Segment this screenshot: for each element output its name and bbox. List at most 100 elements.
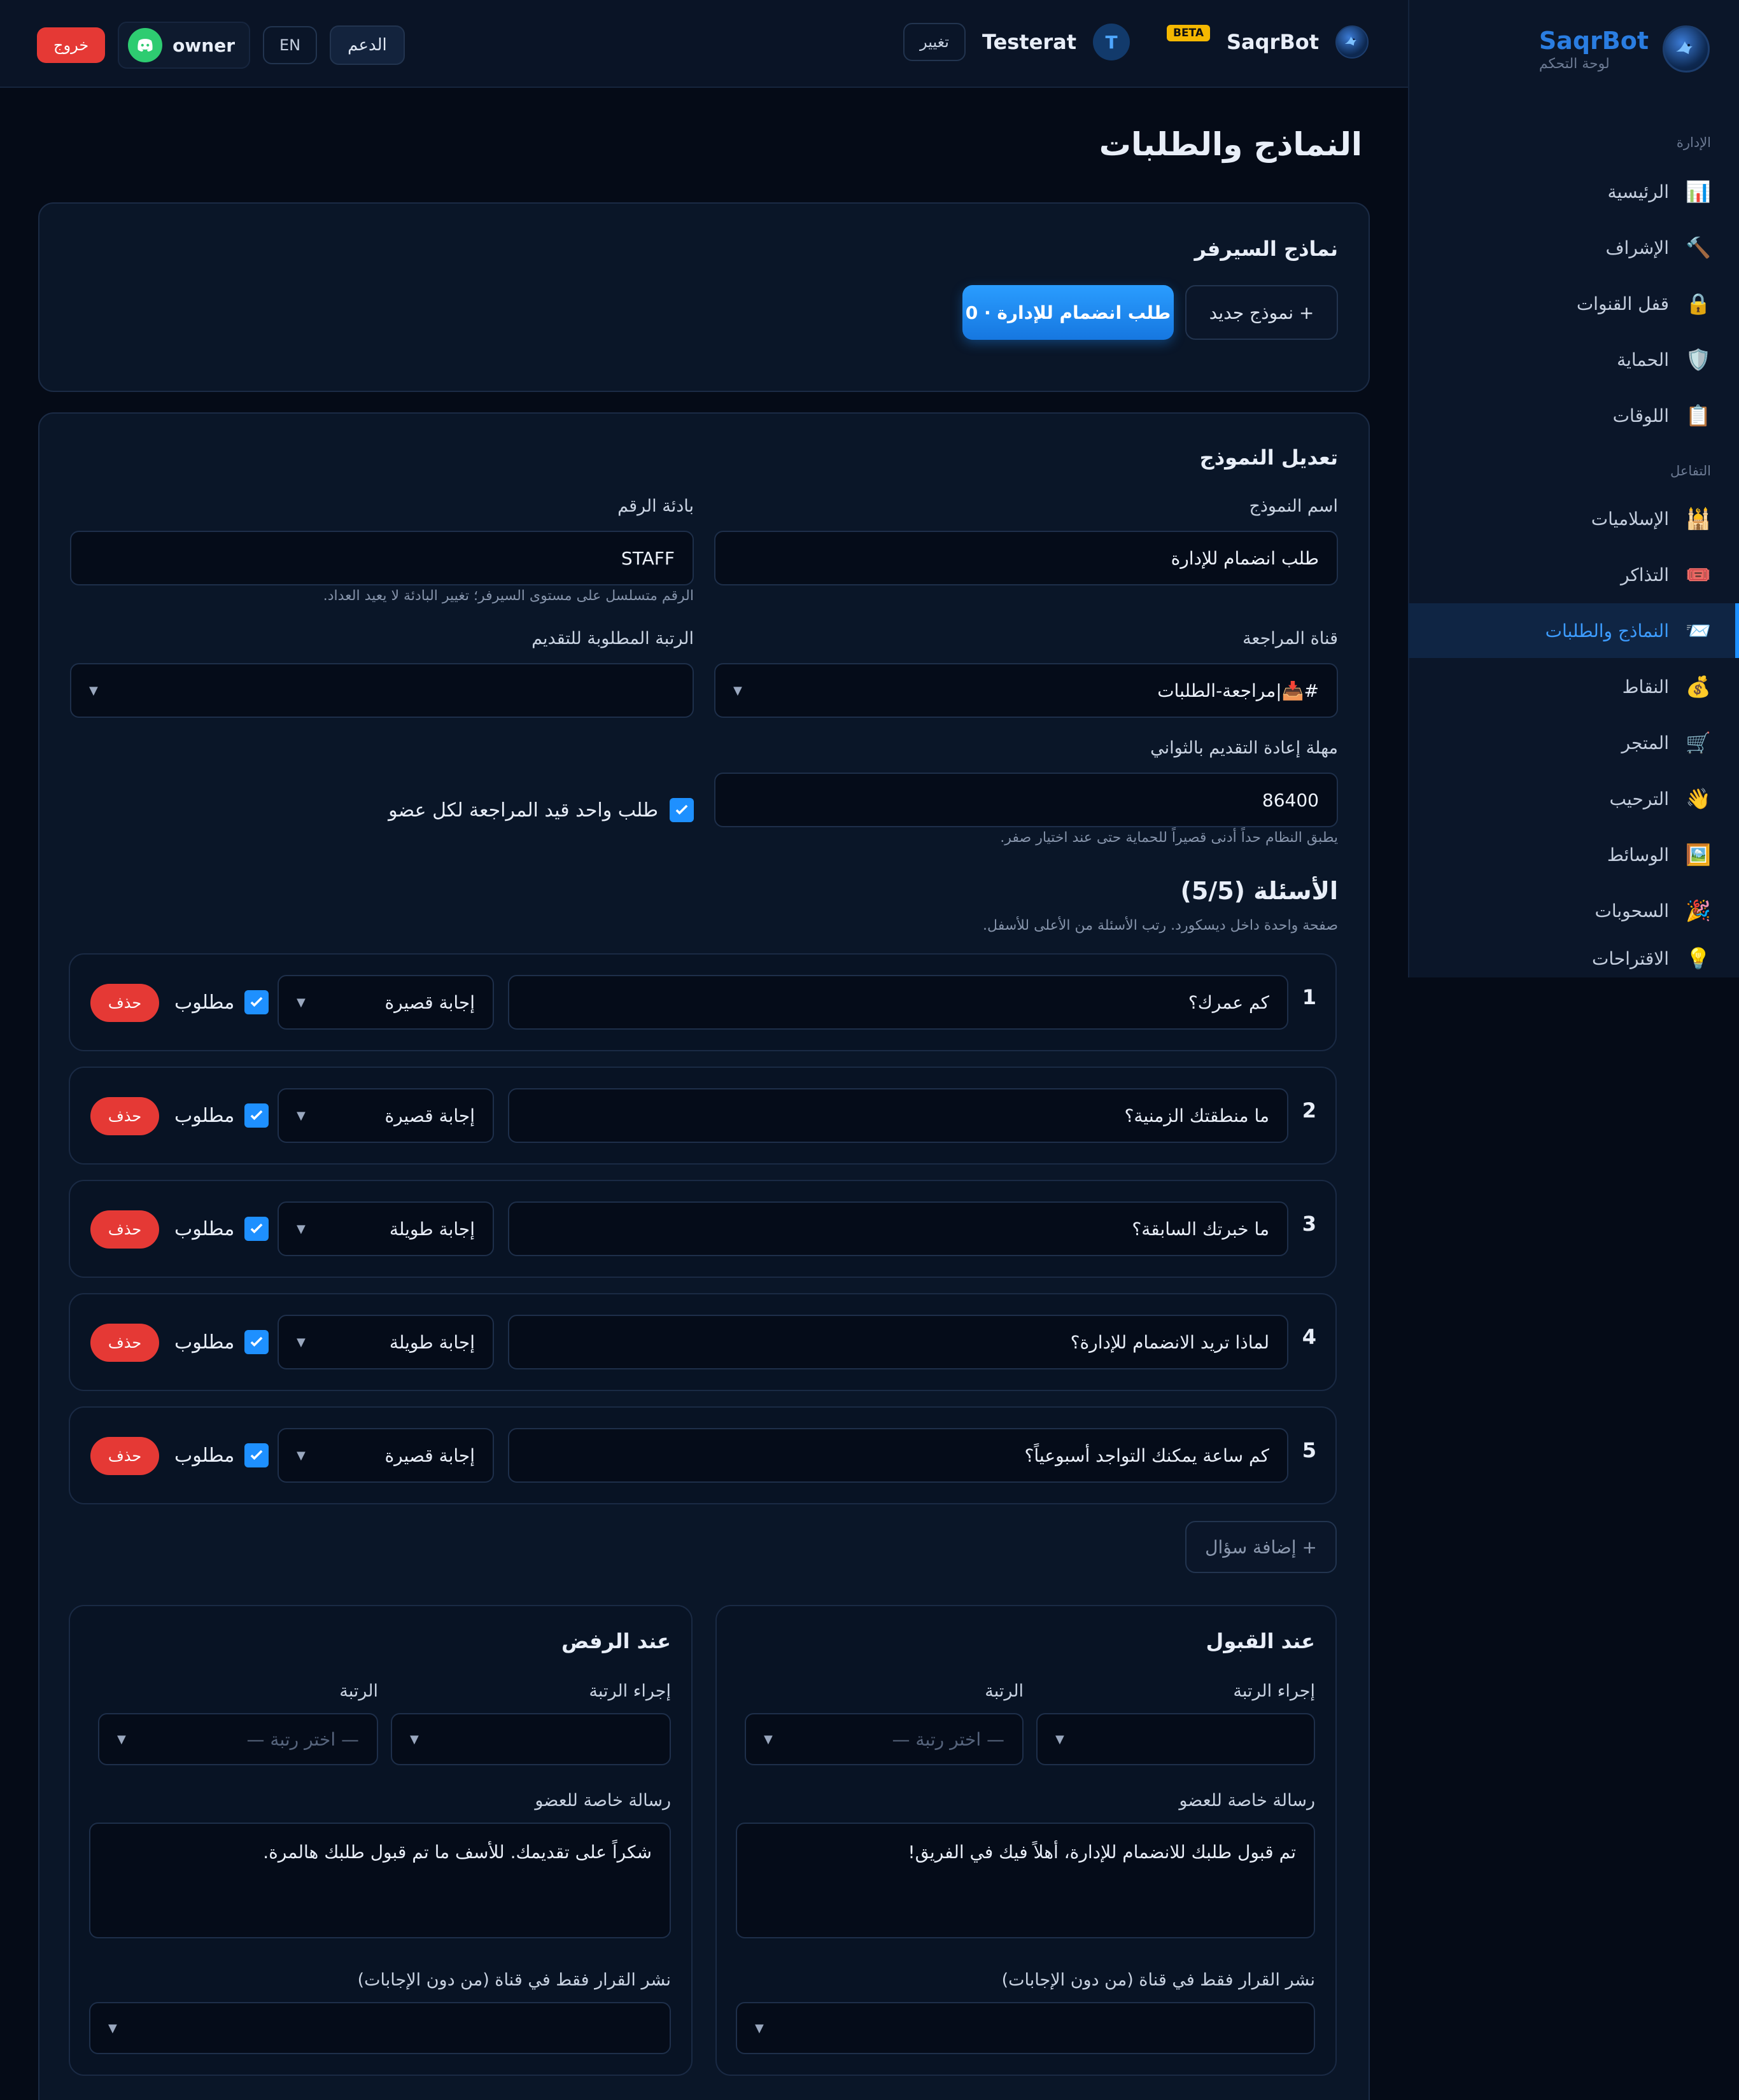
sidebar-item-label: الإشراف — [1605, 237, 1669, 258]
delete-question-button[interactable]: حذف — [90, 1210, 159, 1249]
accept-dm-textarea[interactable]: تم قبول طلبك للانضمام للإدارة، أهلاً فيك… — [736, 1823, 1315, 1938]
on-accept-card: عند القبول إجراء الرتبة ▼ الرتبة — اختر … — [715, 1605, 1337, 2076]
new-form-button[interactable]: + نموذج جديد — [1185, 285, 1338, 340]
required-toggle[interactable]: مطلوب — [174, 1103, 269, 1128]
sidebar-item-logs[interactable]: 📋 اللوقات — [1408, 388, 1739, 443]
brand[interactable]: SaqrBot لوحة التحكم — [1539, 25, 1710, 73]
delete-question-button[interactable]: حذف — [90, 1097, 159, 1135]
required-toggle[interactable]: مطلوب — [174, 1217, 269, 1241]
checkbox-checked-icon[interactable] — [244, 1330, 269, 1354]
support-button[interactable]: الدعم — [330, 25, 405, 65]
question-row: 1 كم عمرك؟ إجابة قصيرة ▼ مطلوب حذف — [69, 953, 1337, 1051]
question-row: 5 كم ساعة يمكنك التواجد أسبوعياً؟ إجابة … — [69, 1406, 1337, 1504]
chevron-down-icon: ▼ — [89, 683, 98, 697]
checkbox-checked-icon[interactable] — [244, 1443, 269, 1467]
change-server-button[interactable]: تغيير — [903, 23, 966, 61]
form-name-input[interactable]: طلب انضمام للإدارة — [714, 531, 1338, 585]
chevron-down-icon: ▼ — [733, 683, 742, 697]
sidebar-item-channel-lock[interactable]: 🔒 قفل القنوات — [1408, 276, 1739, 331]
delete-question-button[interactable]: حذف — [90, 1437, 159, 1475]
question-text-input[interactable]: لماذا تريد الانضمام للإدارة؟ — [508, 1315, 1288, 1369]
sidebar-item-label: النماذج والطلبات — [1545, 620, 1669, 641]
checkbox-checked-icon[interactable] — [244, 1103, 269, 1128]
reject-publish-channel-select[interactable]: ▼ — [89, 2002, 671, 2054]
accept-role-select[interactable]: — اختر رتبة — ▼ — [745, 1713, 1024, 1765]
nav-group-admin: الإدارة — [1676, 135, 1711, 150]
delete-question-button[interactable]: حذف — [90, 984, 159, 1022]
chevron-down-icon: ▼ — [297, 1109, 306, 1123]
form-tab-staff-application[interactable]: طلب انضمام للإدارة · 0 — [962, 285, 1174, 340]
sidebar-item-home[interactable]: 📊 الرئيسية — [1408, 164, 1739, 219]
review-channel-select[interactable]: #📥|مراجعة-الطلبات ▼ — [714, 663, 1338, 718]
shield-icon: 🛡️ — [1686, 347, 1711, 372]
wave-icon: 👋 — [1686, 787, 1711, 811]
owner-chip[interactable]: owner — [118, 22, 251, 69]
question-number: 5 — [1302, 1438, 1316, 1462]
required-role-select[interactable]: ▼ — [70, 663, 694, 718]
required-label: مطلوب — [174, 1217, 235, 1240]
sidebar-item-protection[interactable]: 🛡️ الحماية — [1408, 332, 1739, 387]
picture-icon: 🖼️ — [1686, 843, 1711, 867]
bot-name: SaqrBot — [1227, 30, 1319, 54]
accept-publish-label: نشر القرار فقط في قناة (من دون الإجابات) — [1001, 1970, 1315, 1990]
sidebar-item-points[interactable]: 💰 النقاط — [1408, 659, 1739, 714]
sidebar-item-suggestions[interactable]: 💡 الاقتراحات — [1408, 939, 1739, 977]
sidebar-item-islamic[interactable]: 🕌 الإسلاميات — [1408, 491, 1739, 546]
mosque-icon: 🕌 — [1686, 507, 1711, 531]
sidebar-item-label: المتجر — [1621, 732, 1669, 753]
topbar-actions: خروج owner EN الدعم — [37, 22, 405, 69]
brand-logo — [1663, 25, 1710, 73]
falcon-icon — [1676, 41, 1693, 54]
cooldown-input[interactable]: 86400 — [714, 773, 1338, 827]
sidebar-item-label: قفل القنوات — [1576, 293, 1669, 314]
accept-role-label: الرتبة — [985, 1681, 1024, 1701]
reject-dm-label: رسالة خاصة للعضو — [535, 1791, 671, 1810]
checkbox-checked-icon[interactable] — [670, 798, 694, 822]
single-pending-label: طلب واحد قيد المراجعة لكل عضو — [388, 799, 658, 822]
add-question-button[interactable]: + إضافة سؤال — [1185, 1521, 1337, 1573]
reject-dm-textarea[interactable]: شكراً على تقديمك. للأسف ما تم قبول طلبك … — [89, 1823, 671, 1938]
question-text-input[interactable]: كم ساعة يمكنك التواجد أسبوعياً؟ — [508, 1428, 1288, 1483]
question-type-select[interactable]: إجابة طويلة ▼ — [278, 1315, 494, 1369]
logout-button[interactable]: خروج — [37, 27, 106, 63]
question-type-select[interactable]: إجابة قصيرة ▼ — [278, 1088, 494, 1143]
single-pending-toggle[interactable]: طلب واحد قيد المراجعة لكل عضو — [388, 798, 694, 822]
question-type-value: إجابة قصيرة — [384, 1445, 475, 1466]
question-type-select[interactable]: إجابة قصيرة ▼ — [278, 1428, 494, 1483]
questions-subtitle: صفحة واحدة داخل ديسكورد. رتب الأسئلة من … — [983, 918, 1338, 934]
sidebar-item-tickets[interactable]: 🎟️ التذاكر — [1408, 547, 1739, 602]
checkbox-checked-icon[interactable] — [244, 990, 269, 1014]
party-icon: 🎉 — [1686, 899, 1711, 923]
reject-role-select[interactable]: — اختر رتبة — ▼ — [98, 1713, 378, 1765]
number-prefix-input[interactable]: STAFF — [70, 531, 694, 585]
sidebar-item-welcome[interactable]: 👋 الترحيب — [1408, 771, 1739, 826]
question-text-input[interactable]: كم عمرك؟ — [508, 975, 1288, 1030]
sidebar-item-moderation[interactable]: 🔨 الإشراف — [1408, 220, 1739, 275]
sidebar-item-label: الاقتراحات — [1591, 948, 1669, 969]
sidebar-item-shop[interactable]: 🛒 المتجر — [1408, 715, 1739, 770]
question-type-select[interactable]: إجابة قصيرة ▼ — [278, 975, 494, 1030]
server-forms-title: نماذج السيرفر — [1194, 237, 1338, 261]
required-toggle[interactable]: مطلوب — [174, 1330, 269, 1354]
sidebar-item-media[interactable]: 🖼️ الوسائط — [1408, 827, 1739, 882]
question-text-input[interactable]: ما منطقتك الزمنية؟ — [508, 1088, 1288, 1143]
number-prefix-label: بادئة الرقم — [617, 496, 694, 516]
delete-question-button[interactable]: حذف — [90, 1324, 159, 1362]
required-toggle[interactable]: مطلوب — [174, 1443, 269, 1467]
accept-role-action-select[interactable]: ▼ — [1036, 1713, 1315, 1765]
sidebar-item-label: النقاط — [1622, 676, 1669, 697]
cooldown-value: 86400 — [1262, 789, 1319, 811]
checkbox-checked-icon[interactable] — [244, 1217, 269, 1241]
sidebar-item-label: التذاكر — [1620, 564, 1669, 585]
required-label: مطلوب — [174, 1104, 235, 1127]
accept-publish-channel-select[interactable]: ▼ — [736, 2002, 1315, 2054]
language-button[interactable]: EN — [263, 26, 318, 64]
question-text-input[interactable]: ما خبرتك السابقة؟ — [508, 1201, 1288, 1256]
sidebar-item-label: الترحيب — [1609, 788, 1669, 809]
chevron-down-icon: ▼ — [410, 1732, 419, 1746]
sidebar-item-giveaways[interactable]: 🎉 السحوبات — [1408, 883, 1739, 938]
sidebar-item-forms[interactable]: 📨 النماذج والطلبات — [1408, 603, 1739, 658]
reject-role-action-select[interactable]: ▼ — [391, 1713, 671, 1765]
required-toggle[interactable]: مطلوب — [174, 990, 269, 1014]
question-type-select[interactable]: إجابة طويلة ▼ — [278, 1201, 494, 1256]
